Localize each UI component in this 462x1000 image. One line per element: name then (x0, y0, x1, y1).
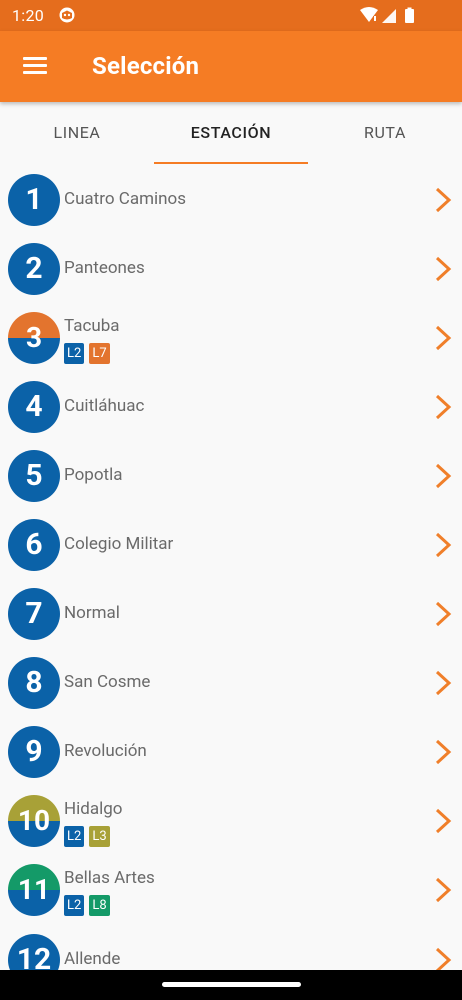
home-gesture-handle[interactable] (162, 982, 301, 987)
station-row[interactable]: 1 Cuatro Caminos (0, 164, 462, 233)
station-name: San Cosme (64, 672, 151, 692)
station-number: 6 (25, 527, 43, 562)
app-notification-icon (59, 7, 75, 23)
hamburger-menu-icon[interactable] (16, 51, 52, 83)
station-row[interactable]: 6 Colegio Militar (0, 509, 462, 578)
station-number-badge: 8 (8, 657, 60, 709)
app-bar: Selección (0, 31, 462, 102)
station-number-badge: 7 (8, 588, 60, 640)
station-name: Bellas Artes (64, 868, 155, 888)
chevron-right-icon[interactable] (433, 600, 455, 628)
station-row[interactable]: 2 Panteones (0, 233, 462, 302)
status-icons (360, 7, 424, 23)
station-number-badge: 5 (8, 450, 60, 502)
station-number-badge: 12 (8, 934, 60, 970)
station-number: 7 (25, 596, 43, 631)
station-number-badge: 4 (8, 381, 60, 433)
station-name: Tacuba (64, 316, 120, 336)
station-number-badge: 10 (8, 795, 60, 847)
station-number: 12 (16, 942, 52, 970)
station-list[interactable]: 1 Cuatro Caminos 2 Panteones 3 Tacuba L2… (0, 164, 462, 970)
station-row[interactable]: 9 Revolución (0, 716, 462, 785)
station-number-badge: 6 (8, 519, 60, 571)
tab-linea[interactable]: LINEA (0, 102, 154, 164)
chevron-right-icon[interactable] (433, 324, 455, 352)
status-bar: 1:20 (0, 0, 462, 31)
chevron-right-icon[interactable] (433, 531, 455, 559)
station-name: Hidalgo (64, 799, 123, 819)
line-tags: L2 L3 (64, 826, 115, 847)
tab-bar: LINEA ESTACIÓN RUTA (0, 102, 462, 164)
chevron-right-icon[interactable] (433, 807, 455, 835)
station-row[interactable]: 4 Cuitláhuac (0, 371, 462, 440)
station-number-badge: 2 (8, 243, 60, 295)
tab-estacion[interactable]: ESTACIÓN (154, 102, 308, 164)
status-time: 1:20 (12, 6, 45, 25)
battery-icon (405, 7, 414, 23)
line-tag-l3: L3 (89, 826, 110, 847)
chevron-right-icon[interactable] (433, 669, 455, 697)
station-number: 11 (17, 873, 51, 906)
wifi-icon (360, 7, 378, 22)
station-number: 9 (25, 734, 43, 769)
station-row[interactable]: 3 Tacuba L2 L7 (0, 302, 462, 371)
chevron-right-icon[interactable] (433, 462, 455, 490)
station-number-badge: 1 (8, 174, 60, 226)
station-number: 4 (25, 389, 43, 424)
line-tags: L2 L7 (64, 343, 115, 364)
line-tag-l2: L2 (64, 343, 85, 364)
line-tags: L2 L8 (64, 895, 115, 916)
line-tag-l2: L2 (64, 895, 85, 916)
chevron-right-icon[interactable] (433, 255, 455, 283)
station-row[interactable]: 12 Allende (0, 924, 462, 970)
station-number: 2 (25, 251, 43, 286)
station-name: Revolución (64, 741, 147, 761)
station-row[interactable]: 11 Bellas Artes L2 L8 (0, 854, 462, 923)
station-name: Colegio Militar (64, 534, 174, 554)
chevron-right-icon[interactable] (433, 876, 455, 904)
chevron-right-icon[interactable] (433, 186, 455, 214)
tab-ruta[interactable]: RUTA (308, 102, 462, 164)
signal-icon (382, 9, 396, 23)
station-name: Cuatro Caminos (64, 189, 186, 209)
station-row[interactable]: 5 Popotla (0, 440, 462, 509)
station-number-badge: 3 (8, 312, 60, 364)
station-number: 1 (25, 182, 43, 217)
station-name: Popotla (64, 465, 123, 485)
chevron-right-icon[interactable] (433, 393, 455, 421)
station-number: 10 (17, 804, 51, 837)
station-name: Panteones (64, 258, 145, 278)
station-row[interactable]: 8 San Cosme (0, 647, 462, 716)
station-name: Allende (64, 949, 121, 969)
station-number: 8 (25, 665, 43, 700)
station-number: 3 (25, 321, 43, 354)
chevron-right-icon[interactable] (433, 738, 455, 766)
station-name: Cuitláhuac (64, 396, 145, 416)
station-number-badge: 11 (8, 864, 60, 916)
station-name: Normal (64, 603, 120, 623)
station-row[interactable]: 10 Hidalgo L2 L3 (0, 785, 462, 854)
station-number: 5 (25, 458, 43, 493)
chevron-right-icon[interactable] (433, 946, 455, 970)
line-tag-l2: L2 (64, 826, 85, 847)
line-tag-l7: L7 (89, 343, 110, 364)
line-tag-l8: L8 (89, 895, 110, 916)
app-title: Selección (92, 52, 200, 80)
station-number-badge: 9 (8, 726, 60, 778)
system-nav-bar (0, 970, 462, 1000)
station-row[interactable]: 7 Normal (0, 578, 462, 647)
